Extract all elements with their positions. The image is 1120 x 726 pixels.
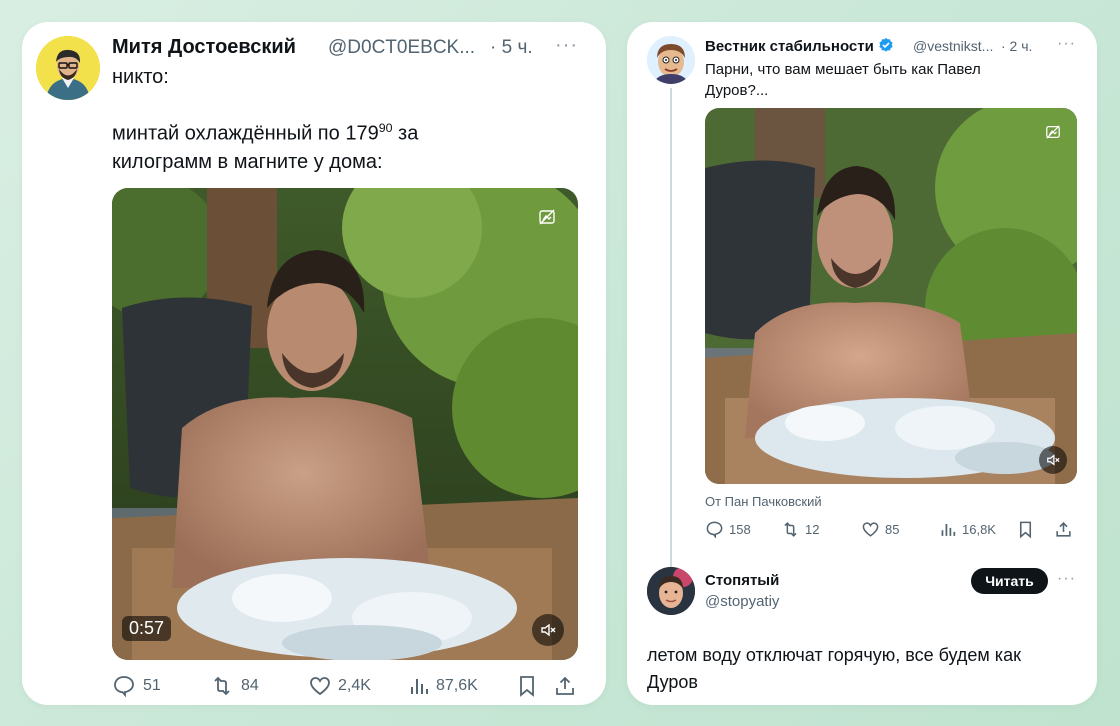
author-handle[interactable]: @D0CT0EBCK...	[328, 37, 475, 59]
retweet-button[interactable]: 12	[781, 520, 819, 539]
reply-icon	[706, 521, 723, 539]
video-source[interactable]: От Пан Пачковский	[705, 494, 822, 509]
avatar[interactable]	[647, 36, 695, 84]
share-icon	[1056, 521, 1071, 537]
more-options-icon[interactable]: ···	[555, 34, 578, 57]
tweet-text-line2: минтай охлаждённый по 17990 за	[112, 121, 418, 146]
tweet-card-left: Митя Достоевский @D0CT0EBCK... · 5 ч. ··…	[22, 22, 606, 705]
more-options-icon[interactable]: ···	[1057, 570, 1076, 588]
share-button[interactable]	[1054, 520, 1073, 539]
tweet-video[interactable]	[705, 108, 1077, 484]
retweet-icon	[214, 676, 230, 696]
thread-line	[670, 88, 672, 574]
retweet-count: 84	[241, 677, 259, 694]
like-button[interactable]: 85	[861, 520, 899, 539]
verified-badge-icon	[879, 38, 893, 52]
video-frame	[112, 188, 578, 660]
media-overlay-icon	[1045, 124, 1061, 145]
author-handle[interactable]: @vestnikst...	[913, 38, 993, 54]
reply-text: летом воду отключат горячую, все будем к…	[647, 645, 1021, 692]
author-name[interactable]: Стопятый	[705, 572, 779, 589]
avatar[interactable]	[36, 36, 100, 100]
retweet-count: 12	[805, 521, 820, 537]
views-button[interactable]: 16,8K	[939, 520, 996, 539]
more-options-icon[interactable]: ···	[1057, 35, 1076, 53]
heart-icon	[310, 677, 330, 696]
views-icon	[941, 523, 956, 536]
tweet-video[interactable]: 0:57	[112, 188, 578, 660]
views-button[interactable]: 87,6K	[408, 674, 478, 698]
author-name-text: Вестник стабильности	[705, 38, 874, 55]
media-overlay-icon	[538, 208, 556, 231]
like-count: 2,4K	[338, 677, 371, 694]
reply-count: 51	[143, 677, 161, 694]
tweet-text-line1: никто:	[112, 66, 169, 88]
price-text: минтай охлаждённый по 179	[112, 122, 379, 145]
reply-button[interactable]: 158	[705, 520, 751, 539]
like-count: 85	[885, 521, 900, 537]
bookmark-icon	[1019, 521, 1032, 538]
reply-icon	[114, 676, 134, 698]
bookmark-button[interactable]	[517, 674, 537, 698]
video-duration: 0:57	[122, 616, 172, 641]
price-cents: 90	[378, 121, 393, 135]
tweet-time[interactable]: · 5 ч.	[490, 37, 533, 59]
share-button[interactable]	[553, 674, 577, 698]
bookmark-button[interactable]	[1017, 520, 1034, 539]
mute-icon[interactable]	[532, 614, 564, 646]
mute-icon[interactable]	[1039, 446, 1067, 474]
retweet-button[interactable]: 84	[210, 674, 259, 698]
action-bar: 51 84 2,4K 87,6K	[112, 673, 578, 699]
tweet-text: Парни, что вам мешает быть как Павел Дур…	[705, 61, 981, 99]
views-count: 87,6K	[436, 677, 478, 694]
like-button[interactable]: 2,4K	[308, 674, 371, 698]
retweet-icon	[784, 521, 797, 537]
author-name[interactable]: Митя Достоевский	[112, 36, 296, 59]
tweet-card-right: Вестник стабильности @vestnikst... · 2 ч…	[627, 22, 1097, 705]
action-bar: 158 12 85 16,8K	[705, 518, 1077, 540]
tweet-time[interactable]: · 2 ч.	[1001, 38, 1032, 54]
share-icon	[556, 676, 574, 695]
reply-count: 158	[729, 521, 751, 537]
reply-button[interactable]: 51	[112, 674, 161, 698]
heart-icon	[862, 521, 879, 537]
views-count: 16,8K	[962, 521, 996, 537]
author-handle[interactable]: @stopyatiy	[705, 593, 779, 610]
bookmark-icon	[520, 676, 534, 697]
author-name[interactable]: Вестник стабильности	[705, 37, 894, 55]
avatar[interactable]	[647, 567, 695, 615]
video-frame	[705, 108, 1077, 484]
tweet-text-line3: килограмм в магните у дома:	[112, 151, 383, 173]
views-icon	[411, 679, 428, 694]
follow-button[interactable]: Читать	[971, 568, 1048, 594]
price-suffix: за	[392, 122, 419, 145]
